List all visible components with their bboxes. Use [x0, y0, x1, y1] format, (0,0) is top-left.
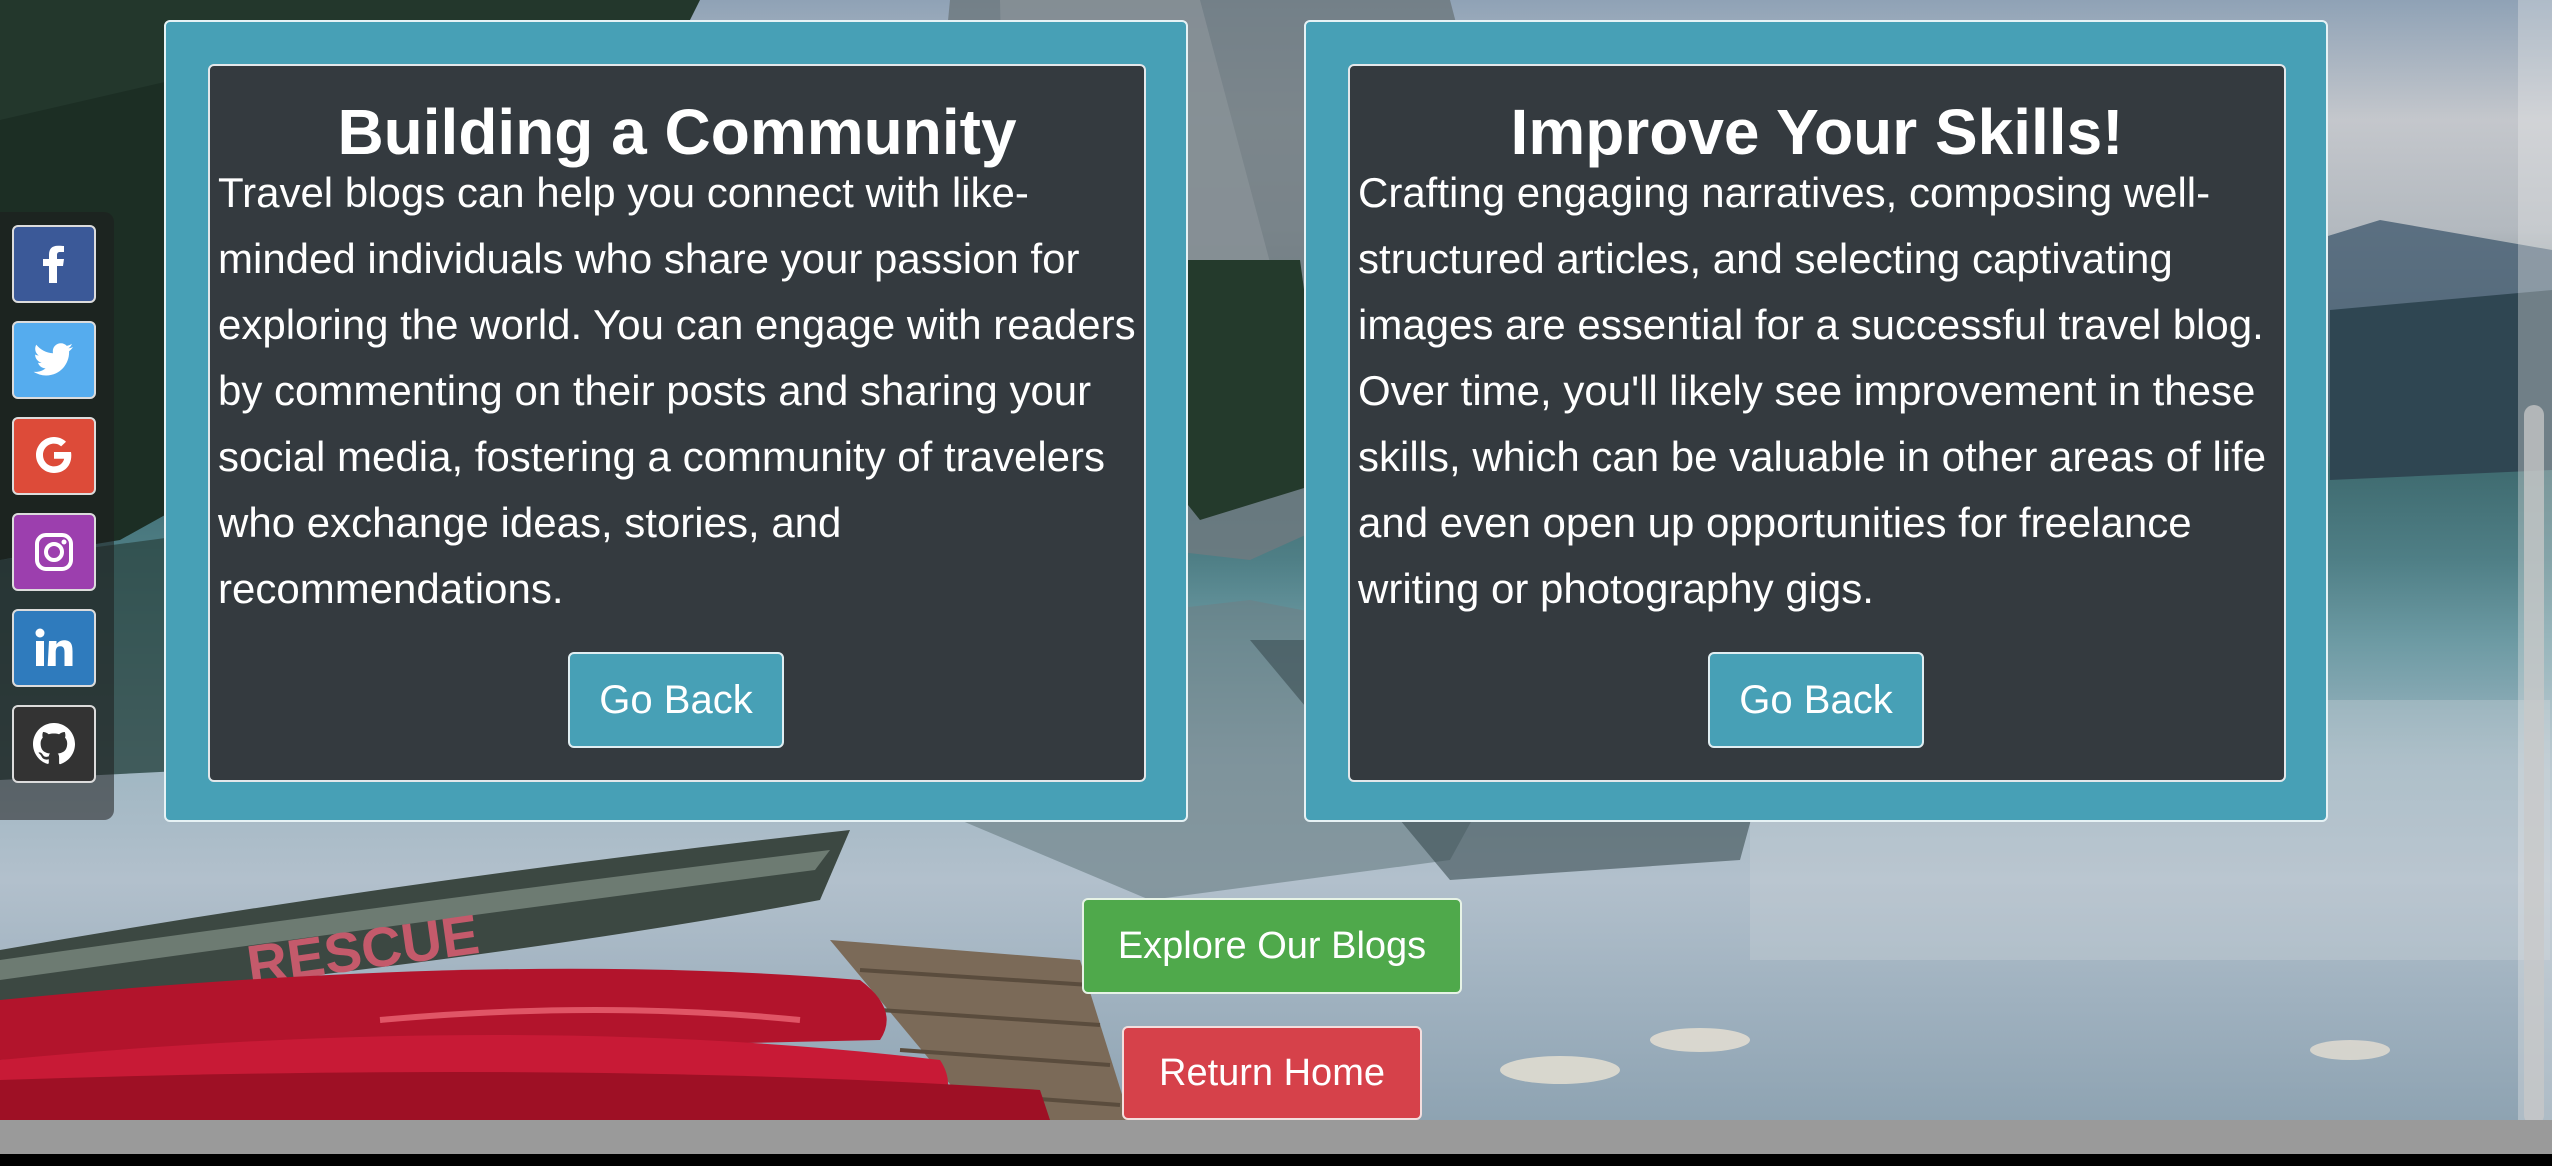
explore-blogs-button[interactable]: Explore Our Blogs	[1082, 898, 1462, 994]
card-building-community: Building a Community Travel blogs can he…	[164, 20, 1188, 822]
github-button[interactable]	[12, 705, 96, 783]
twitter-icon	[33, 343, 73, 376]
card-improve-skills: Improve Your Skills! Crafting engaging n…	[1304, 20, 2328, 822]
google-button[interactable]	[12, 417, 96, 495]
google-icon	[36, 437, 72, 473]
instagram-button[interactable]	[12, 513, 96, 591]
go-back-button[interactable]: Go Back	[1708, 652, 1924, 748]
linkedin-button[interactable]	[12, 609, 96, 687]
instagram-icon	[35, 533, 73, 571]
scrollbar-thumb[interactable]	[2524, 405, 2544, 1125]
go-back-button[interactable]: Go Back	[568, 652, 784, 748]
horizontal-scrollbar[interactable]	[0, 1120, 2552, 1154]
card-body: Building a Community Travel blogs can he…	[208, 64, 1146, 782]
twitter-button[interactable]	[12, 321, 96, 399]
card-title: Improve Your Skills!	[1510, 96, 2124, 168]
linkedin-icon	[35, 628, 73, 666]
card-text: Travel blogs can help you connect with l…	[218, 169, 1136, 612]
window-edge	[0, 1154, 2552, 1166]
card-body: Improve Your Skills! Crafting engaging n…	[1348, 64, 2286, 782]
facebook-icon	[43, 245, 64, 283]
facebook-button[interactable]	[12, 225, 96, 303]
github-icon	[33, 723, 75, 765]
card-title: Building a Community	[337, 96, 1017, 168]
card-text: Crafting engaging narratives, composing …	[1358, 169, 2267, 612]
return-home-button[interactable]: Return Home	[1122, 1026, 1422, 1120]
